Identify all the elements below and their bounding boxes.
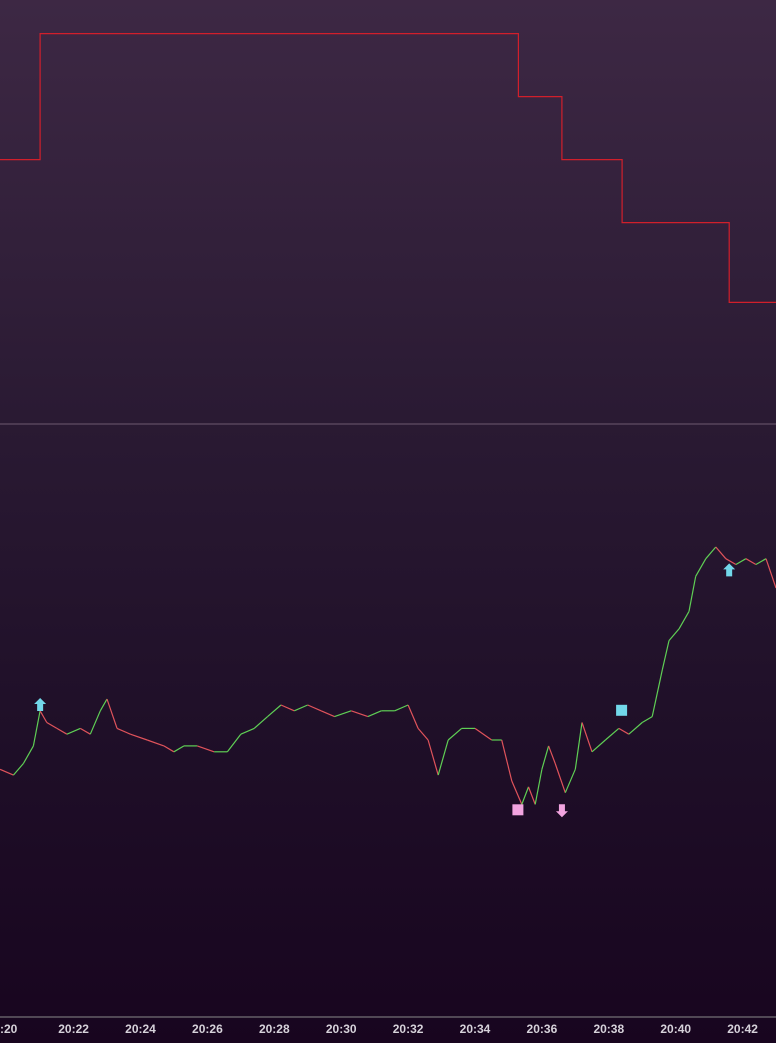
price-segment xyxy=(745,558,757,566)
price-segment xyxy=(564,769,576,793)
price-segment xyxy=(0,768,14,776)
price-segment xyxy=(618,727,630,735)
price-segment xyxy=(735,558,747,566)
price-segment xyxy=(89,710,101,735)
price-segment xyxy=(511,780,523,805)
price-segment xyxy=(66,727,81,735)
price-segment xyxy=(147,739,165,747)
price-segment xyxy=(527,786,536,805)
price-segment xyxy=(106,698,118,729)
price-segment xyxy=(99,698,108,712)
price-segment xyxy=(591,739,606,753)
price-segment xyxy=(226,733,242,753)
price-segment xyxy=(705,546,717,560)
price-segment xyxy=(307,704,322,712)
chart-area: :20 20:22 20:24 20:26 20:28 20:30 20:32 20:34 20… xyxy=(0,33,776,1036)
price-segment xyxy=(163,745,175,753)
price-segment xyxy=(765,558,776,589)
x-tick-label: :20 xyxy=(0,1022,18,1036)
price-segment xyxy=(755,558,767,566)
x-tick-label: 20:42 xyxy=(727,1022,758,1036)
price-segment xyxy=(320,710,335,718)
price-segment xyxy=(173,745,185,753)
price-segment xyxy=(394,704,409,712)
price-segment xyxy=(715,546,727,560)
price-segment xyxy=(32,710,41,747)
x-tick-label: 20:34 xyxy=(460,1022,491,1036)
price-segment xyxy=(501,739,513,782)
price-segment xyxy=(628,722,643,735)
price-segment xyxy=(574,722,583,770)
price-segment xyxy=(12,763,24,776)
price-segment xyxy=(22,745,34,764)
price-segment xyxy=(197,745,215,753)
price-segment xyxy=(407,704,419,729)
price-segment xyxy=(695,558,707,577)
price-segment xyxy=(240,727,255,735)
price-segment xyxy=(661,640,670,671)
price-segment xyxy=(56,727,68,735)
price-segment xyxy=(39,710,48,723)
lower-panel xyxy=(0,546,776,805)
price-segment xyxy=(581,722,593,752)
x-tick-label: 20:24 xyxy=(125,1022,156,1036)
price-segment xyxy=(253,716,268,729)
price-segment xyxy=(641,716,653,724)
price-segment xyxy=(46,721,58,729)
price-segment xyxy=(427,739,439,776)
signal-square-marker xyxy=(512,804,524,816)
price-segment xyxy=(605,727,620,741)
x-tick-label: 20:38 xyxy=(593,1022,624,1036)
price-segment xyxy=(521,786,530,805)
x-tick-label: 20:28 xyxy=(259,1022,290,1036)
price-segment xyxy=(437,739,449,776)
price-segment xyxy=(651,669,663,717)
price-segment xyxy=(668,628,680,641)
price-segment xyxy=(130,733,148,741)
price-segment xyxy=(678,611,690,630)
price-segment xyxy=(294,704,308,712)
price-segment xyxy=(116,727,131,735)
price-segment xyxy=(267,704,282,718)
x-tick-label: 20:40 xyxy=(660,1022,691,1036)
signal-arrow-up-icon xyxy=(34,697,47,711)
price-segment xyxy=(554,763,566,793)
upper-panel xyxy=(0,33,776,303)
price-segment xyxy=(688,576,697,612)
chart-root: :20 20:22 20:24 20:26 20:28 20:30 20:32 20:34 20… xyxy=(0,0,776,1043)
x-tick-label: 20:22 xyxy=(58,1022,89,1036)
price-segment xyxy=(534,769,543,805)
signal-arrow-down-icon xyxy=(555,804,568,818)
signal-square-marker xyxy=(616,704,628,716)
price-segment xyxy=(367,710,382,718)
price-segment xyxy=(417,728,429,741)
price-segment xyxy=(280,704,295,712)
x-tick-label: 20:36 xyxy=(527,1022,558,1036)
price-segment xyxy=(474,727,493,741)
price-segment xyxy=(541,745,550,770)
x-tick-label: 20:26 xyxy=(192,1022,223,1036)
signal-arrow-up-icon xyxy=(723,563,736,577)
x-axis: :20 20:22 20:24 20:26 20:28 20:30 20:32 20:34 20… xyxy=(0,1022,758,1036)
upper-series-line xyxy=(0,33,776,303)
price-segment xyxy=(447,727,462,741)
price-segment xyxy=(725,558,737,566)
x-tick-label: 20:32 xyxy=(393,1022,424,1036)
price-segment xyxy=(79,727,91,735)
x-tick-label: 20:30 xyxy=(326,1022,357,1036)
price-segment xyxy=(334,710,352,718)
price-segment xyxy=(548,745,556,764)
price-segment xyxy=(351,710,369,718)
markers-layer xyxy=(34,563,736,818)
